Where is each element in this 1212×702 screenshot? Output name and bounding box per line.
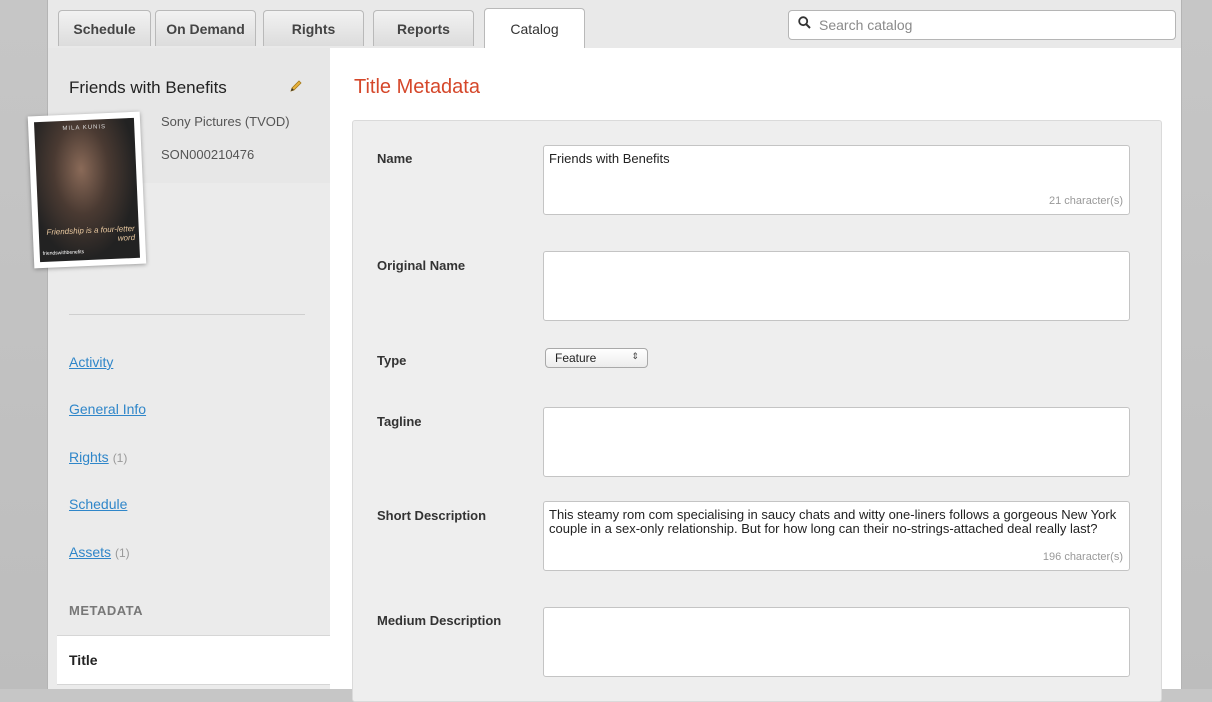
nav-label: Assets: [69, 544, 112, 560]
sidebar-item-schedule[interactable]: Schedule: [69, 496, 127, 512]
search-input[interactable]: [817, 16, 1151, 34]
app-frame: Schedule On Demand Rights Reports Catalo…: [27, 0, 1182, 702]
divider: [69, 314, 305, 315]
short-description-value: This steamy rom com specialising in sauc…: [549, 507, 1117, 536]
select-arrows-icon: ⇕: [631, 351, 639, 361]
nav-count: (1): [115, 546, 130, 560]
poster-image: MILA KUNIS Friendship is a four-letter w…: [27, 111, 147, 269]
sidebar: Friends with Benefits MILA KUNIS Friends…: [27, 48, 330, 689]
name-value: Friends with Benefits: [549, 151, 670, 166]
tab-catalog[interactable]: Catalog: [484, 8, 585, 49]
tab-reports[interactable]: Reports: [373, 10, 474, 46]
sidebar-item-activity[interactable]: Activity: [69, 354, 113, 370]
main-content: Title Metadata Name Friends with Benefit…: [330, 48, 1181, 702]
search-box[interactable]: [788, 10, 1176, 40]
tab-label: On Demand: [166, 20, 245, 37]
medium-description-field[interactable]: [543, 607, 1130, 677]
name-char-count: 21 character(s): [1049, 195, 1123, 207]
page-title: Title Metadata: [354, 76, 480, 98]
sidebar-item-general-info[interactable]: General Info: [69, 401, 146, 417]
tagline-label: Tagline: [377, 414, 422, 429]
nav-label: General Info: [69, 401, 147, 417]
studio-label: Sony Pictures (TVOD): [161, 114, 290, 129]
nav-label: Schedule: [69, 496, 128, 512]
short-description-field[interactable]: This steamy rom com specialising in sauc…: [543, 501, 1130, 571]
nav-label: Rights: [69, 449, 109, 465]
metadata-form: Name Friends with Benefits 21 character(…: [352, 120, 1162, 702]
title-name: Friends with Benefits: [69, 78, 227, 97]
tab-label: Reports: [397, 20, 450, 37]
name-field[interactable]: Friends with Benefits 21 character(s): [543, 145, 1130, 215]
name-label: Name: [377, 151, 413, 166]
tab-rights[interactable]: Rights: [263, 10, 364, 46]
tab-label: Catalog: [510, 21, 559, 37]
sidebar-item-assets[interactable]: Assets (1): [69, 544, 130, 560]
poster-logo: friendswithbenefits: [42, 249, 85, 257]
section-label-metadata: METADATA: [69, 603, 144, 618]
nav-label: Activity: [69, 354, 114, 370]
title-code: SON000210476: [161, 147, 255, 162]
original-name-label: Original Name: [377, 258, 466, 273]
pencil-icon[interactable]: [288, 78, 304, 99]
type-value: Feature: [555, 351, 597, 365]
sidebar-item-rights[interactable]: Rights (1): [69, 449, 127, 465]
tagline-field[interactable]: [543, 407, 1130, 477]
medium-description-label: Medium Description: [377, 613, 502, 628]
tab-label: Schedule: [73, 20, 136, 37]
tab-label: Rights: [291, 20, 336, 37]
original-name-field[interactable]: [543, 251, 1130, 321]
type-label: Type: [377, 353, 407, 368]
short-description-char-count: 196 character(s): [1042, 551, 1123, 563]
poster-headline: MILA KUNIS: [62, 124, 107, 133]
search-icon: [798, 16, 811, 34]
sidebar-item-title[interactable]: Title: [57, 635, 330, 685]
tab-schedule[interactable]: Schedule: [58, 10, 151, 46]
short-description-label: Short Description: [377, 508, 487, 523]
poster-tagline: Friendship is a four-letter word: [46, 223, 136, 243]
tab-on-demand[interactable]: On Demand: [155, 10, 256, 46]
nav-count: (1): [112, 451, 128, 465]
type-select[interactable]: Feature ⇕: [545, 348, 648, 368]
